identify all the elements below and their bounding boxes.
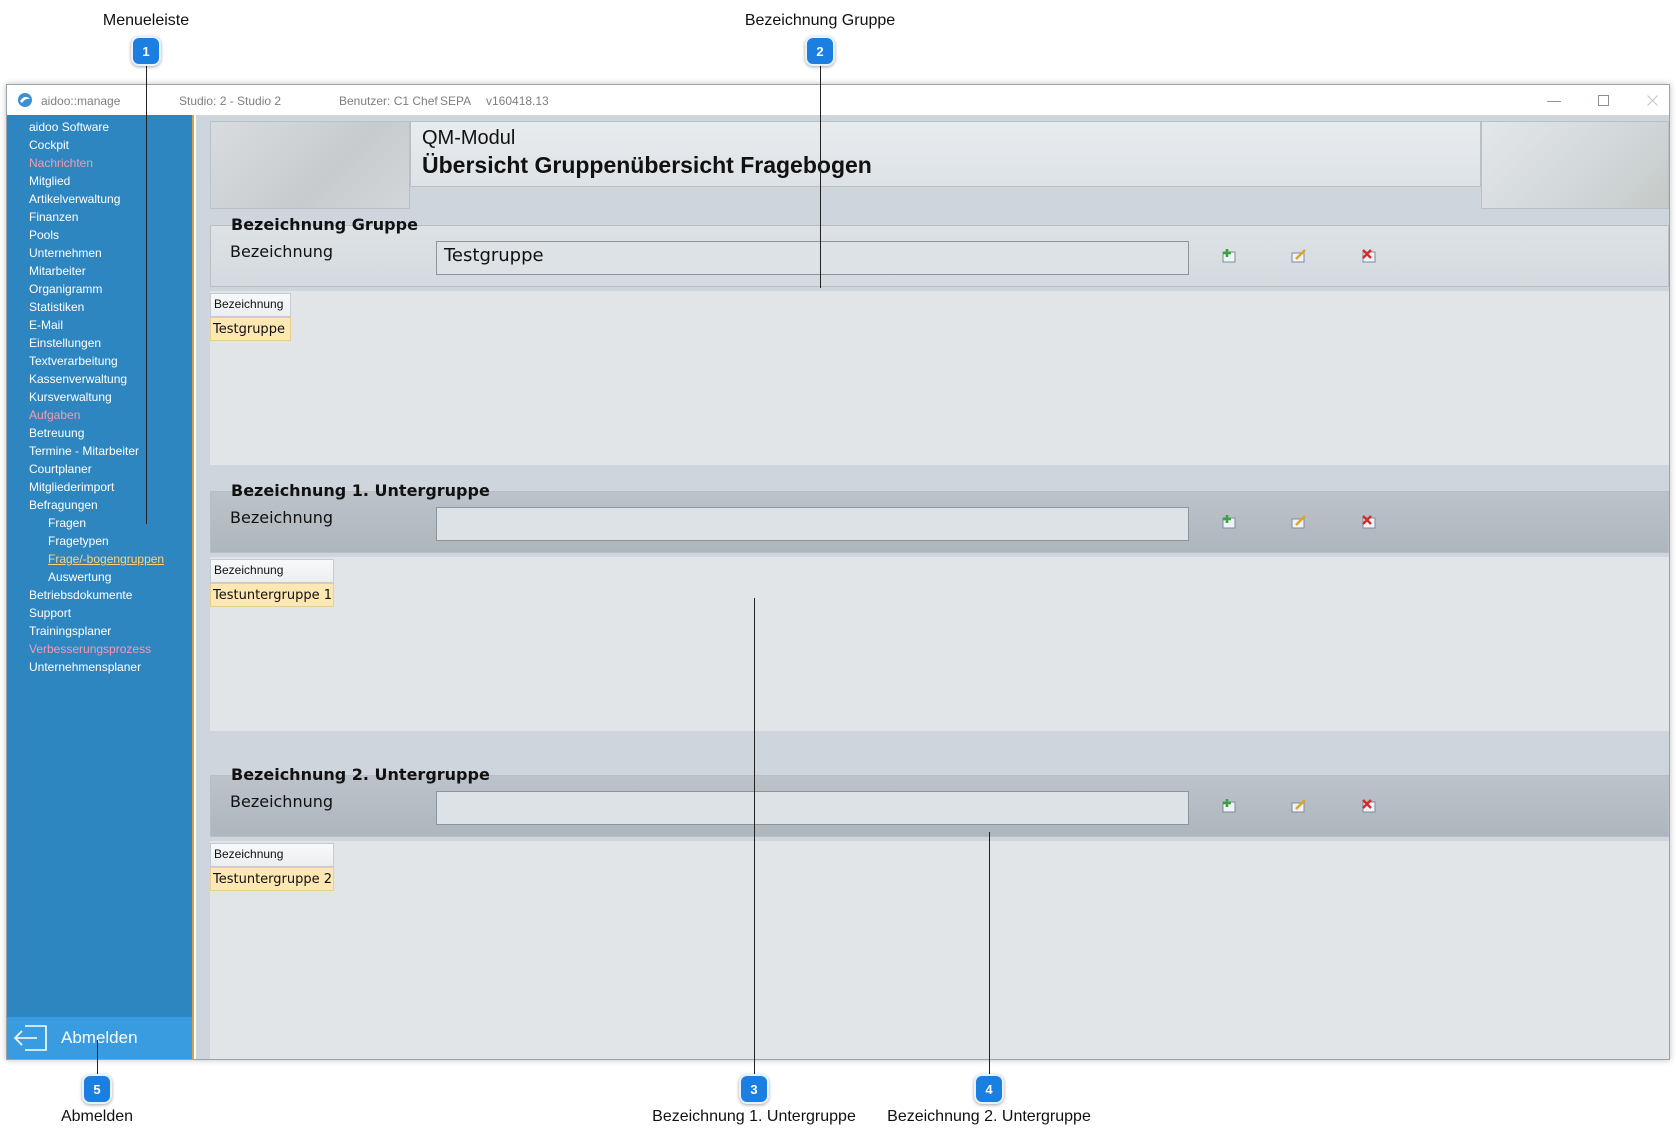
delete-icon[interactable] — [1361, 248, 1377, 264]
sidebar-item-nachrichten[interactable]: Nachrichten — [7, 154, 192, 172]
subgroup-1-row[interactable]: Testuntergruppe 1 — [210, 583, 334, 607]
delete-icon[interactable] — [1361, 798, 1377, 814]
group-panel: Bezeichnung Gruppe Bezeichnung Testgrupp… — [210, 215, 1669, 287]
subgroup-2-column-header[interactable]: Bezeichnung — [210, 843, 334, 867]
sidebar-item-support[interactable]: Support — [7, 604, 192, 622]
callout-line-4 — [989, 832, 990, 1076]
main-content: QM-Modul Übersicht Gruppenübersicht Frag… — [196, 115, 1669, 1059]
callout-label-menueleiste: Menueleiste — [102, 12, 190, 29]
subgroup-1-column-header[interactable]: Bezeichnung — [210, 559, 334, 583]
sidebar-item-betriebsdokumente[interactable]: Betriebsdokumente — [7, 586, 192, 604]
sidebar-item-mitarbeiter[interactable]: Mitarbeiter — [7, 262, 192, 280]
sidebar-item-mitgliederimport[interactable]: Mitgliederimport — [7, 478, 192, 496]
sidebar-item-betreuung[interactable]: Betreuung — [7, 424, 192, 442]
callout-line-2 — [820, 64, 821, 288]
subgroup-1-list: Bezeichnung Testuntergruppe 1 — [210, 557, 1669, 731]
subgroup-1-legend: Bezeichnung 1. Untergruppe — [231, 481, 490, 500]
sidebar-item-unternehmen[interactable]: Unternehmen — [7, 244, 192, 262]
sidebar-item-befragungen[interactable]: Befragungen — [7, 496, 192, 514]
group-legend: Bezeichnung Gruppe — [231, 215, 418, 234]
sidebar-item-einstellungen[interactable]: Einstellungen — [7, 334, 192, 352]
edit-icon[interactable] — [1291, 514, 1307, 530]
add-icon[interactable] — [1221, 514, 1237, 530]
sidebar-item-cockpit[interactable]: Cockpit — [7, 136, 192, 154]
group-list-column-header[interactable]: Bezeichnung — [210, 293, 291, 317]
callout-label-untergruppe-2: Bezeichnung 2. Untergruppe — [887, 1108, 1091, 1125]
studio-info: Studio: 2 - Studio 2 — [179, 94, 282, 108]
sidebar-item-trainingsplaner[interactable]: Trainingsplaner — [7, 622, 192, 640]
callout-line-1 — [146, 64, 147, 524]
sidebar-item-textverarbeitung[interactable]: Textverarbeitung — [7, 352, 192, 370]
callout-line-5 — [97, 1040, 98, 1076]
delete-icon[interactable] — [1361, 514, 1377, 530]
sidebar-item-courtplaner[interactable]: Courtplaner — [7, 460, 192, 478]
subgroup-1-field-label: Bezeichnung — [230, 508, 334, 527]
logout-arrow-icon — [13, 1025, 47, 1051]
app-name: aidoo::manage — [41, 94, 121, 108]
sidebar-item-finanzen[interactable]: Finanzen — [7, 208, 192, 226]
callout-label-bezeichnung-gruppe: Bezeichnung Gruppe — [744, 12, 896, 29]
subgroup-1-panel: Bezeichnung 1. Untergruppe Bezeichnung — [210, 481, 1669, 553]
callout-badge-5: 5 — [82, 1074, 112, 1104]
page-title: Übersicht Gruppenübersicht Fragebogen — [422, 152, 872, 178]
sidebar-item-kassenverwaltung[interactable]: Kassenverwaltung — [7, 370, 192, 388]
sidebar-item-unternehmensplaner[interactable]: Unternehmensplaner — [7, 658, 192, 676]
callout-badge-2: 2 — [805, 36, 835, 66]
version-info: v160418.13 — [486, 94, 549, 108]
callout-badge-1: 1 — [131, 36, 161, 66]
group-list: Bezeichnung Testgruppe — [210, 291, 1669, 465]
module-name: QM-Modul — [422, 127, 516, 149]
sidebar-item-mitglied[interactable]: Mitglied — [7, 172, 192, 190]
sidebar-subitem-auswertung[interactable]: Auswertung — [7, 568, 192, 586]
callout-badge-3: 3 — [739, 1074, 769, 1104]
sidebar-item-aufgaben[interactable]: Aufgaben — [7, 406, 192, 424]
subgroup-2-list: Bezeichnung Testuntergruppe 2 — [210, 841, 1669, 1059]
subgroup-2-row[interactable]: Testuntergruppe 2 — [210, 867, 334, 891]
callout-badge-4: 4 — [974, 1074, 1004, 1104]
add-icon[interactable] — [1221, 248, 1237, 264]
subgroup-2-panel: Bezeichnung 2. Untergruppe Bezeichnung — [210, 765, 1669, 837]
sidebar-item-pools[interactable]: Pools — [7, 226, 192, 244]
titlebar: aidoo::manage Studio: 2 - Studio 2 Benut… — [7, 85, 1669, 115]
group-name-input[interactable]: Testgruppe — [436, 241, 1189, 275]
callout-label-abmelden: Abmelden — [60, 1108, 134, 1125]
user-info: Benutzer: C1 Chef — [339, 94, 438, 108]
sidebar-item-email[interactable]: E-Mail — [7, 316, 192, 334]
subgroup-1-name-input[interactable] — [436, 507, 1189, 541]
page-header: QM-Modul Übersicht Gruppenübersicht Frag… — [410, 121, 1481, 187]
logout-label: Abmelden — [61, 1028, 138, 1047]
edit-icon[interactable] — [1291, 248, 1307, 264]
sidebar-item-kursverwaltung[interactable]: Kursverwaltung — [7, 388, 192, 406]
sidebar-item-statistiken[interactable]: Statistiken — [7, 298, 192, 316]
sidebar-item-verbesserungsprozess[interactable]: Verbesserungsprozess — [7, 640, 192, 658]
sidebar-menu: aidoo Software Cockpit Nachrichten Mitgl… — [7, 115, 194, 1059]
edit-icon[interactable] — [1291, 798, 1307, 814]
minimize-icon[interactable]: — — [1539, 89, 1569, 111]
app-logo-icon — [17, 91, 35, 109]
app-window: aidoo::manage Studio: 2 - Studio 2 Benut… — [6, 84, 1670, 1060]
header-image-right — [1481, 121, 1669, 209]
sidebar-item-artikelverwaltung[interactable]: Artikelverwaltung — [7, 190, 192, 208]
sidebar-item-termine-mitarbeiter[interactable]: Termine - Mitarbeiter — [7, 442, 192, 460]
callout-line-3 — [754, 598, 755, 1076]
sidebar-subitem-frage-bogengruppen[interactable]: Frage/-bogengruppen — [7, 550, 192, 568]
sidebar-subitem-fragen[interactable]: Fragen — [7, 514, 192, 532]
header-image-left — [210, 121, 410, 209]
sepa-info: SEPA — [440, 94, 472, 108]
logout-button[interactable]: Abmelden — [7, 1017, 192, 1059]
maximize-icon[interactable] — [1588, 89, 1618, 111]
subgroup-2-field-label: Bezeichnung — [230, 792, 334, 811]
callout-label-untergruppe-1: Bezeichnung 1. Untergruppe — [652, 1108, 856, 1125]
group-list-row[interactable]: Testgruppe — [210, 317, 291, 341]
add-icon[interactable] — [1221, 798, 1237, 814]
close-icon[interactable] — [1637, 89, 1667, 111]
sidebar-subitem-fragetypen[interactable]: Fragetypen — [7, 532, 192, 550]
subgroup-2-name-input[interactable] — [436, 791, 1189, 825]
sidebar-item-aidoo-software[interactable]: aidoo Software — [7, 118, 192, 136]
group-field-label: Bezeichnung — [230, 242, 334, 261]
sidebar-item-organigramm[interactable]: Organigramm — [7, 280, 192, 298]
subgroup-2-legend: Bezeichnung 2. Untergruppe — [231, 765, 490, 784]
